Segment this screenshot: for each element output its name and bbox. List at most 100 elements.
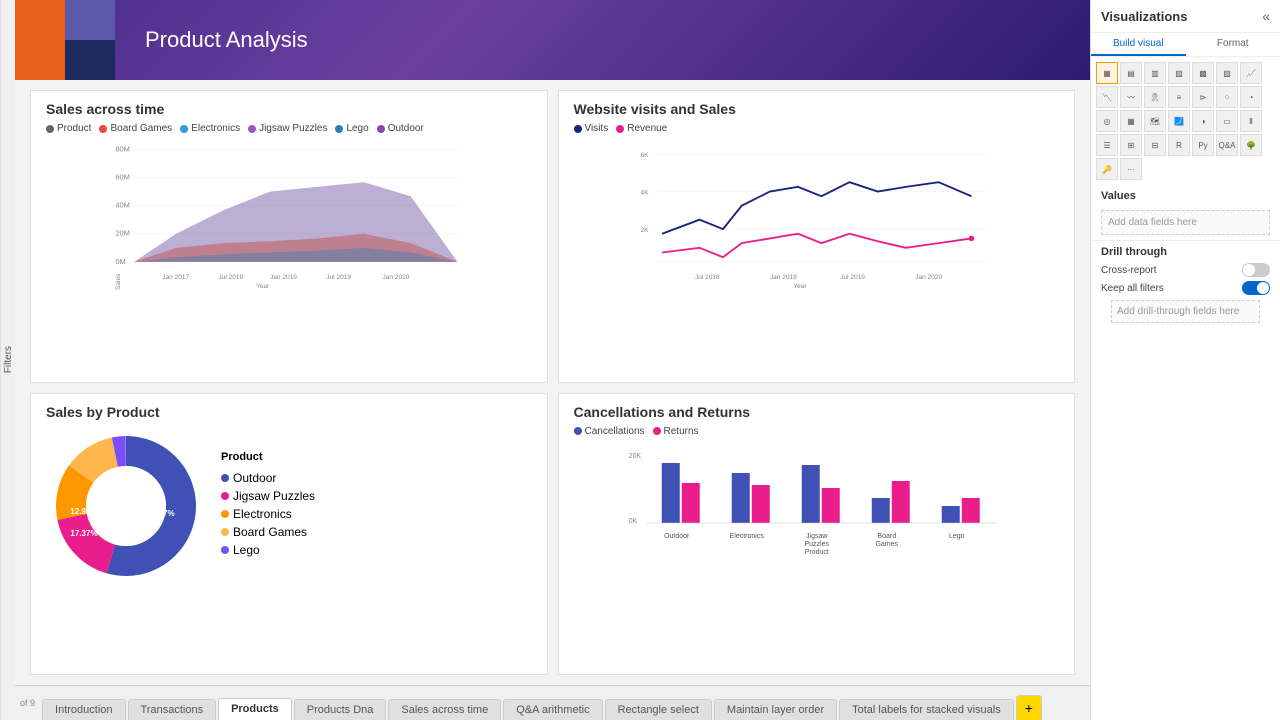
chart-icon-line[interactable]: 📈	[1240, 62, 1262, 84]
legend-boardgames-dot	[221, 528, 229, 536]
chart-icon-kpi[interactable]: Ⅱ	[1240, 110, 1262, 132]
tab-transactions[interactable]: Transactions	[128, 699, 217, 720]
svg-text:Jigsaw: Jigsaw	[806, 533, 828, 540]
legend-dot-electronics	[180, 125, 188, 133]
sales-time-title: Sales across time	[46, 101, 532, 117]
svg-text:Jan 2020: Jan 2020	[915, 274, 942, 281]
legend-dot-returns	[653, 427, 661, 435]
svg-text:Year: Year	[793, 283, 807, 290]
chart-icon-stacked-col-100[interactable]: ▧	[1216, 62, 1238, 84]
cancellations-title: Cancellations and Returns	[574, 404, 1060, 420]
values-field-area[interactable]: Add data fields here	[1101, 210, 1270, 235]
cross-report-label: Cross-report	[1101, 265, 1157, 276]
legend-outdoor: Outdoor	[377, 123, 424, 134]
chart-icon-stacked-bar[interactable]: ▤	[1120, 62, 1142, 84]
chart-icon-table[interactable]: ⊞	[1120, 134, 1142, 156]
legend-dot-revenue	[616, 125, 624, 133]
legend-outdoor-dot	[221, 474, 229, 482]
svg-text:4K: 4K	[640, 189, 649, 196]
legend-boardgames-text: Board Games	[233, 525, 307, 539]
drill-section: Drill through Cross-report Keep all filt…	[1091, 240, 1280, 333]
tab-introduction[interactable]: Introduction	[42, 699, 125, 720]
legend-lego: Lego	[335, 123, 368, 134]
legend-visits: Visits	[574, 123, 609, 134]
svg-text:54.67%: 54.67%	[147, 509, 174, 518]
legend-dot-jigsaw	[248, 125, 256, 133]
svg-text:0M: 0M	[115, 257, 125, 266]
chart-icon-matrix[interactable]: ⊟	[1144, 134, 1166, 156]
visualizations-panel: Visualizations « Build visual Format ▦ ▤…	[1090, 0, 1280, 720]
chart-icon-slicer[interactable]: ☰	[1096, 134, 1118, 156]
svg-text:Product: Product	[804, 549, 828, 556]
sales-time-legend: Product Board Games Electronics Jigsaw P…	[46, 123, 532, 134]
chart-icon-qa[interactable]: Q&A	[1216, 134, 1238, 156]
keep-filters-label: Keep all filters	[1101, 283, 1164, 294]
chart-icon-more[interactable]: ···	[1120, 158, 1142, 180]
keep-filters-row: Keep all filters	[1101, 281, 1270, 295]
chart-icon-clustered-column[interactable]: ▨	[1168, 62, 1190, 84]
legend-lego-dot	[221, 546, 229, 554]
legend-jigsaw-dot	[221, 492, 229, 500]
drill-title: Drill through	[1101, 246, 1270, 258]
chart-icon-area[interactable]: 📉	[1096, 86, 1118, 108]
tab-layer-order[interactable]: Maintain layer order	[714, 699, 837, 720]
tab-rect-select[interactable]: Rectangle select	[605, 699, 712, 720]
drill-field-area[interactable]: Add drill-through fields here	[1111, 300, 1260, 323]
cross-report-toggle[interactable]	[1242, 263, 1270, 277]
tab-total-labels[interactable]: Total labels for stacked visuals	[839, 699, 1014, 720]
page-header: Product Analysis	[15, 0, 1090, 80]
chart-type-grid: ▦ ▤ ▥ ▨ ▩ ▧ 📈 📉 〰 🎗 ≡ ⊳ ⁘ ◔ ◎ ▦ 🗺 🗾 ◑ ▭ …	[1091, 57, 1280, 185]
cross-report-row: Cross-report	[1101, 263, 1270, 277]
chart-icon-card[interactable]: ▭	[1216, 110, 1238, 132]
svg-text:60M: 60M	[115, 172, 130, 181]
pie-chart: 11.96% 12.98% 17.37% 54.67%	[46, 426, 206, 586]
tab-products-dna[interactable]: Products Dna	[294, 699, 387, 720]
tab-sales-time[interactable]: Sales across time	[388, 699, 501, 720]
svg-text:Jul 2019: Jul 2019	[326, 274, 351, 281]
legend-electronics-dot	[221, 510, 229, 518]
legend-electronics-text: Electronics	[233, 507, 292, 521]
legend-dot-lego	[335, 125, 343, 133]
chart-icon-decomp-tree[interactable]: 🌳	[1240, 134, 1262, 156]
svg-text:Jan 2020: Jan 2020	[383, 274, 410, 281]
chart-icon-ribbon[interactable]: 🎗	[1144, 86, 1166, 108]
chart-icon-treemap[interactable]: ▦	[1120, 110, 1142, 132]
chart-icon-stacked-bar-100[interactable]: ▥	[1144, 62, 1166, 84]
chart-icon-filled-map[interactable]: 🗾	[1168, 110, 1190, 132]
tab-build-visual[interactable]: Build visual	[1091, 33, 1186, 56]
svg-text:2K: 2K	[640, 227, 649, 234]
svg-text:Lego: Lego	[948, 533, 964, 540]
chart-icon-waterfall[interactable]: ≡	[1168, 86, 1190, 108]
chart-icon-donut[interactable]: ◎	[1096, 110, 1118, 132]
svg-text:40M: 40M	[115, 201, 130, 210]
dashboard: Sales across time Product Board Games El…	[15, 80, 1090, 685]
svg-text:20K: 20K	[628, 453, 641, 460]
pie-container: 11.96% 12.98% 17.37% 54.67% Product Outd…	[46, 426, 532, 586]
chart-icon-stacked-column[interactable]: ▩	[1192, 62, 1214, 84]
chart-icon-pie[interactable]: ◔	[1240, 86, 1262, 108]
chart-icon-line-clustered[interactable]: 〰	[1120, 86, 1142, 108]
tab-qa[interactable]: Q&A arithmetic	[503, 699, 602, 720]
logo-blue-bottom	[65, 40, 115, 80]
legend-dot-boardgames	[99, 125, 107, 133]
chart-icon-gauge[interactable]: ◑	[1192, 110, 1214, 132]
svg-text:Puzzles: Puzzles	[804, 541, 829, 548]
chart-icon-scatter[interactable]: ⁘	[1216, 86, 1238, 108]
svg-text:11.96%: 11.96%	[113, 471, 140, 480]
svg-text:12.98%: 12.98%	[70, 507, 97, 516]
chart-icon-map[interactable]: 🗺	[1144, 110, 1166, 132]
chart-icon-r-visual[interactable]: R	[1168, 134, 1190, 156]
tab-products[interactable]: Products	[218, 698, 292, 720]
viz-close-button[interactable]: «	[1262, 8, 1270, 24]
chart-icon-clustered-bar[interactable]: ▦	[1096, 62, 1118, 84]
chart-icon-funnel[interactable]: ⊳	[1192, 86, 1214, 108]
tab-format[interactable]: Format	[1186, 33, 1280, 56]
legend-dot-outdoor	[377, 125, 385, 133]
tab-add-button[interactable]: +	[1016, 695, 1042, 720]
filter-sidebar[interactable]: Filters	[0, 0, 15, 720]
chart-icon-python[interactable]: Py	[1192, 134, 1214, 156]
chart-icon-key-influencers[interactable]: 🔑	[1096, 158, 1118, 180]
content-area: Product Analysis Sales across time Produ…	[15, 0, 1090, 720]
keep-filters-toggle[interactable]	[1242, 281, 1270, 295]
tabs-bar: of 9 Introduction Transactions Products …	[15, 685, 1090, 720]
